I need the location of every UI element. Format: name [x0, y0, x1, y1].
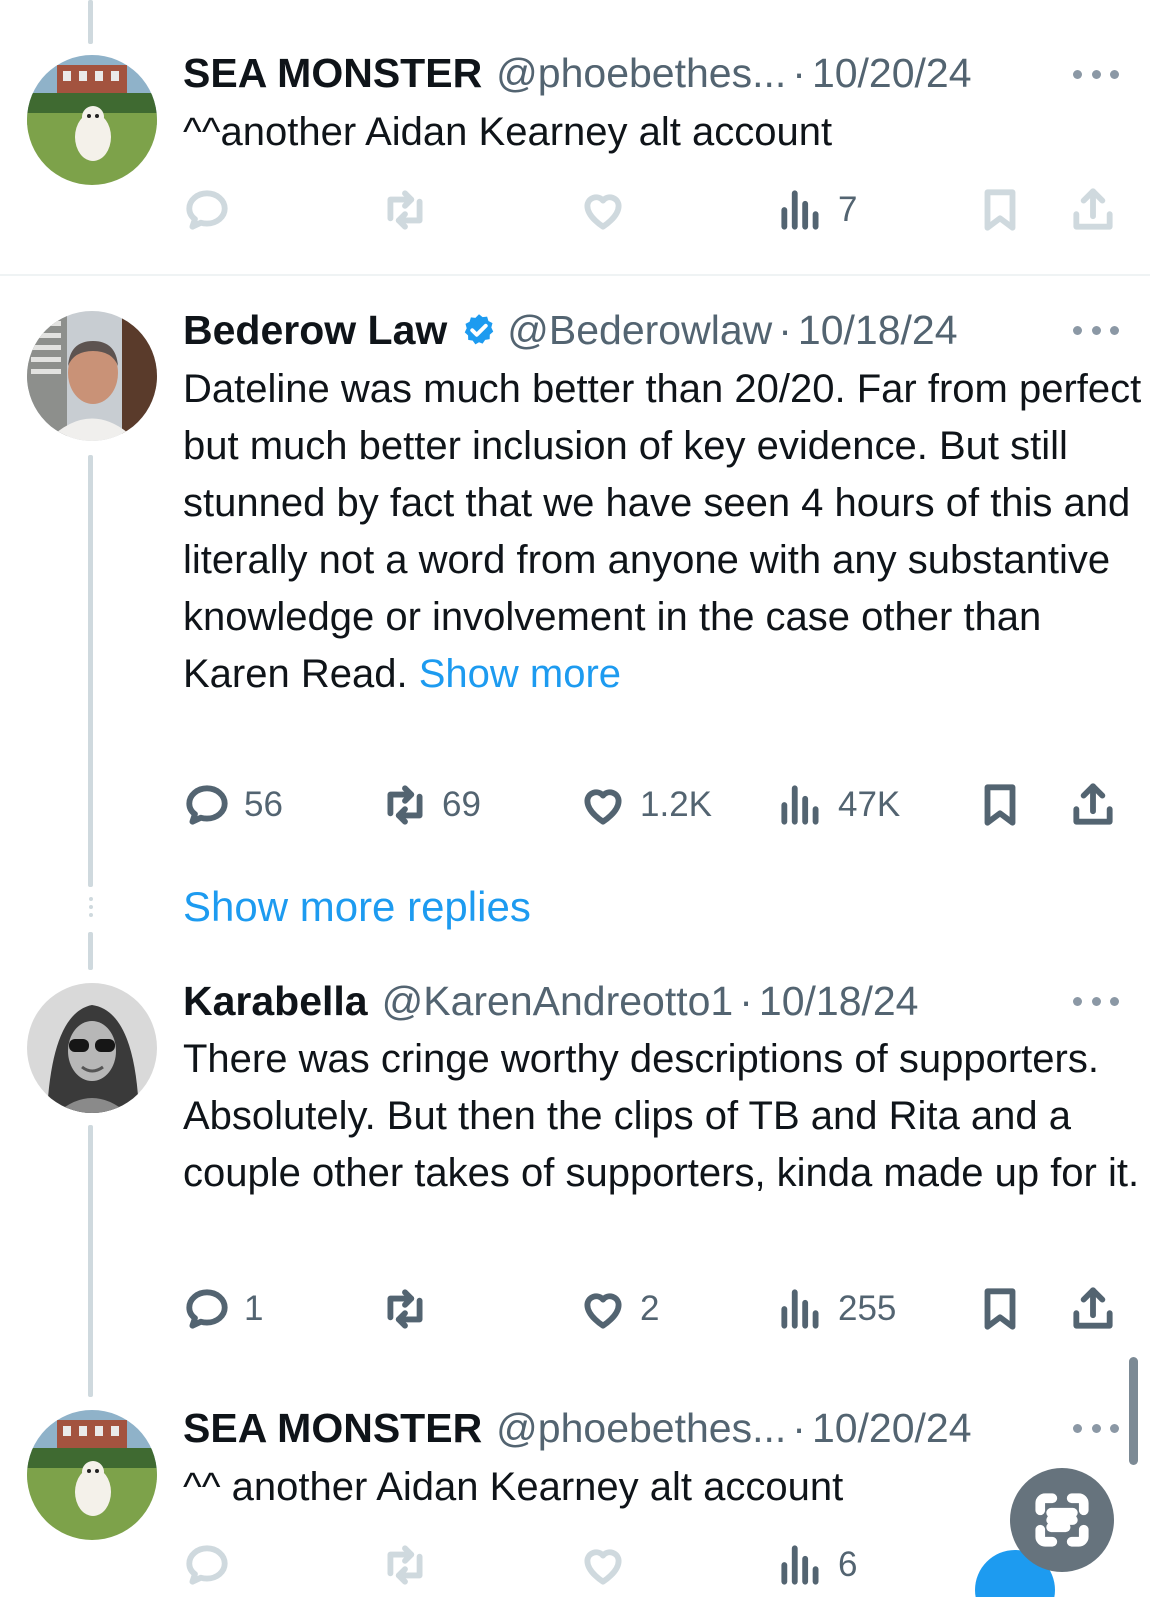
- views-icon: [781, 785, 819, 825]
- reply-button[interactable]: 56: [182, 780, 283, 830]
- bookmark-icon: [984, 189, 1016, 231]
- repost-button[interactable]: 69: [380, 780, 481, 830]
- show-more-replies-link[interactable]: Show more replies: [183, 883, 531, 931]
- views-icon: [781, 1545, 819, 1585]
- reply-count: 56: [244, 785, 283, 824]
- separator: ·: [792, 1404, 806, 1451]
- tweet-text-content: Dateline was much better than 20/20. Far…: [183, 367, 1142, 696]
- repost-button[interactable]: [380, 185, 430, 235]
- reply-button[interactable]: 1: [182, 1284, 263, 1334]
- display-name[interactable]: Karabella: [183, 978, 368, 1025]
- share-icon: [1073, 188, 1113, 230]
- text-scan-icon: [1035, 1493, 1089, 1547]
- repost-icon: [387, 1545, 423, 1585]
- reply-count: 1: [244, 1289, 264, 1328]
- display-name[interactable]: SEA MONSTER: [183, 1405, 482, 1452]
- views-button[interactable]: 255: [776, 1284, 896, 1334]
- views-count: 47K: [838, 785, 901, 824]
- avatar[interactable]: [27, 983, 157, 1113]
- reply-icon: [186, 785, 228, 825]
- bookmark-icon: [984, 1288, 1016, 1330]
- share-button[interactable]: [1068, 185, 1118, 235]
- like-icon: [584, 194, 622, 230]
- display-name[interactable]: Bederow Law: [183, 307, 447, 354]
- user-handle[interactable]: @phoebethes...: [496, 1405, 786, 1452]
- bookmark-button[interactable]: [975, 780, 1025, 830]
- thread-line: [88, 0, 93, 44]
- repost-button[interactable]: [380, 1540, 430, 1590]
- reply-icon: [186, 190, 228, 230]
- views-icon: [781, 190, 819, 230]
- repost-icon: [387, 785, 423, 825]
- tweet-divider: [0, 274, 1150, 276]
- tweet-header: SEA MONSTER @phoebethes... · 10/20/24: [183, 48, 972, 98]
- thread-line: [88, 932, 93, 970]
- reply-icon: [186, 1289, 228, 1329]
- like-icon: [584, 1549, 622, 1585]
- tweet-header: SEA MONSTER @phoebethes... · 10/20/24: [183, 1403, 972, 1453]
- bookmark-button[interactable]: [975, 1284, 1025, 1334]
- like-button[interactable]: 2: [578, 1284, 659, 1334]
- like-count: 2: [640, 1289, 660, 1328]
- avatar[interactable]: [27, 55, 157, 185]
- like-button[interactable]: 1.2K: [578, 780, 712, 830]
- bookmark-icon: [984, 784, 1016, 826]
- thread-ellipsis: [88, 897, 93, 917]
- user-handle[interactable]: @KarenAndreotto1: [382, 978, 734, 1025]
- more-icon[interactable]: [1073, 67, 1119, 81]
- avatar[interactable]: [27, 1410, 157, 1540]
- share-button[interactable]: [1068, 780, 1118, 830]
- views-button[interactable]: 7: [776, 185, 857, 235]
- separator: ·: [792, 49, 806, 96]
- repost-count: 69: [442, 785, 481, 824]
- tweet-header: Bederow Law @Bederowlaw · 10/18/24: [183, 305, 958, 355]
- tweet-header: Karabella @KarenAndreotto1 · 10/18/24: [183, 976, 919, 1026]
- views-icon: [781, 1289, 819, 1329]
- avatar[interactable]: [27, 311, 157, 441]
- share-button[interactable]: [1068, 1284, 1118, 1334]
- reply-icon: [186, 1545, 228, 1585]
- separator: ·: [778, 306, 792, 353]
- reply-button[interactable]: [182, 1540, 232, 1590]
- repost-icon: [387, 190, 423, 230]
- views-button[interactable]: 47K: [776, 780, 900, 830]
- views-count: 7: [838, 190, 858, 229]
- views-count: 6: [838, 1545, 858, 1584]
- tweet-text: ^^ another Aidan Kearney alt account: [183, 1465, 844, 1509]
- reply-button[interactable]: [182, 185, 232, 235]
- like-icon: [584, 1293, 622, 1329]
- separator: ·: [739, 977, 753, 1024]
- like-button[interactable]: [578, 185, 628, 235]
- more-icon[interactable]: [1073, 323, 1119, 337]
- like-count: 1.2K: [640, 785, 712, 824]
- thread-line: [88, 455, 93, 887]
- share-icon: [1073, 783, 1113, 825]
- tweet-date[interactable]: 10/20/24: [812, 50, 972, 97]
- more-icon[interactable]: [1073, 994, 1119, 1008]
- views-button[interactable]: 6: [776, 1540, 857, 1590]
- verified-badge-icon: [465, 314, 494, 345]
- tweet-date[interactable]: 10/18/24: [798, 307, 958, 354]
- tweet-date[interactable]: 10/18/24: [759, 978, 919, 1025]
- show-more-link[interactable]: Show more: [419, 652, 621, 696]
- tweet-text: Dateline was much better than 20/20. Far…: [183, 361, 1143, 703]
- text-scan-button[interactable]: [1010, 1468, 1114, 1572]
- user-handle[interactable]: @Bederowlaw: [507, 307, 772, 354]
- like-icon: [584, 789, 622, 825]
- tweet-text: There was cringe worthy descriptions of …: [183, 1037, 1140, 1195]
- display-name[interactable]: SEA MONSTER: [183, 50, 482, 97]
- thread-line: [88, 1125, 93, 1397]
- share-icon: [1073, 1287, 1113, 1329]
- bookmark-button[interactable]: [975, 185, 1025, 235]
- tweet-date[interactable]: 10/20/24: [812, 1405, 972, 1452]
- more-icon[interactable]: [1073, 1421, 1119, 1435]
- repost-button[interactable]: [380, 1284, 430, 1334]
- scrollbar-thumb[interactable]: [1129, 1357, 1138, 1465]
- like-button[interactable]: [578, 1540, 628, 1590]
- tweet-text: ^^another Aidan Kearney alt account: [183, 110, 833, 154]
- views-count: 255: [838, 1289, 897, 1328]
- user-handle[interactable]: @phoebethes...: [496, 50, 786, 97]
- repost-icon: [387, 1289, 423, 1329]
